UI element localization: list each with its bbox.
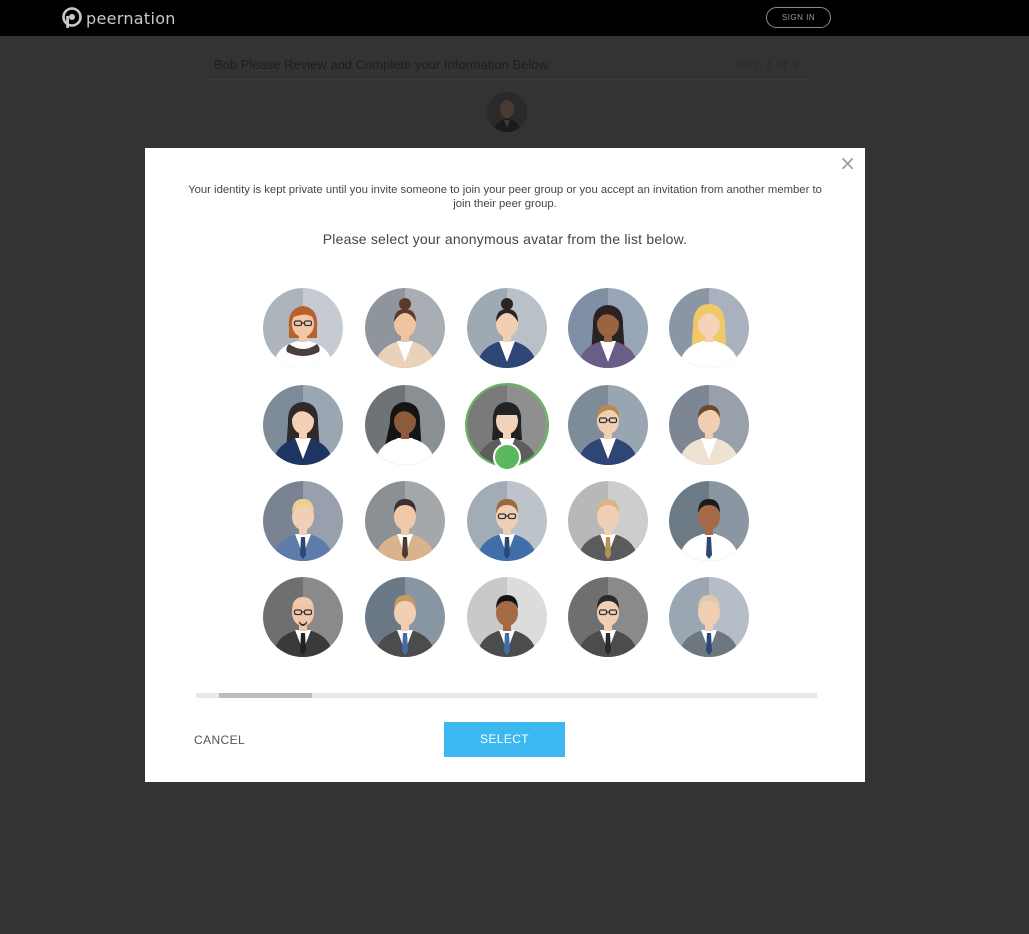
avatar-icon: [669, 288, 749, 368]
close-icon[interactable]: ×: [839, 151, 856, 175]
avatar-option[interactable]: [568, 577, 648, 657]
avatar-prompt: Please select your anonymous avatar from…: [322, 231, 688, 247]
avatar-icon: [263, 577, 343, 657]
avatar-option[interactable]: [263, 385, 343, 465]
avatar-icon: [669, 577, 749, 657]
avatar-icon: [365, 385, 445, 465]
avatar-icon: [568, 481, 648, 561]
select-button[interactable]: SELECT: [444, 722, 565, 757]
avatar-option[interactable]: [669, 577, 749, 657]
step-indicator: Step 1 of 3: [735, 57, 798, 72]
avatar-option[interactable]: [568, 385, 648, 465]
avatar-option[interactable]: [467, 288, 547, 368]
avatar-option[interactable]: [365, 577, 445, 657]
avatar-icon: [568, 577, 648, 657]
privacy-notice: Your identity is kept private until you …: [188, 184, 822, 210]
checkmark-icon: [493, 443, 559, 505]
avatar-option[interactable]: [263, 481, 343, 561]
avatar-icon: [365, 577, 445, 657]
avatar-option[interactable]: [669, 385, 749, 465]
avatar-icon: [669, 481, 749, 561]
profile-photo: [487, 92, 527, 132]
avatar-icon: [568, 385, 648, 465]
avatar-icon: [263, 288, 343, 368]
avatar-icon: [467, 577, 547, 657]
avatar-option[interactable]: [669, 288, 749, 368]
avatar-option[interactable]: [568, 481, 648, 561]
avatar-icon: [263, 385, 343, 465]
page-title: Bob Please Review and Complete your Info…: [214, 57, 551, 72]
avatar-icon: [669, 385, 749, 465]
avatar-option[interactable]: [568, 288, 648, 368]
avatar-option[interactable]: [467, 385, 559, 505]
avatar-option[interactable]: [669, 481, 749, 561]
avatar-option[interactable]: [263, 577, 343, 657]
avatar-icon: [365, 288, 445, 368]
avatar-option[interactable]: [263, 288, 343, 368]
page-header: Bob Please Review and Complete your Info…: [206, 50, 806, 80]
avatar-icon: [467, 288, 547, 368]
avatar-icon: [263, 481, 343, 561]
sign-in-button[interactable]: SIGN IN: [766, 7, 831, 28]
avatar-option[interactable]: [365, 481, 445, 561]
peernation-logo-icon: [62, 7, 82, 29]
avatar-option[interactable]: [365, 288, 445, 368]
avatar-icon: [365, 481, 445, 561]
avatar-icon: [467, 481, 547, 561]
cancel-button[interactable]: CANCEL: [194, 733, 245, 747]
brand-name: peernation: [86, 8, 176, 28]
avatar-option[interactable]: [467, 577, 547, 657]
scrollbar-thumb[interactable]: [219, 693, 312, 698]
avatar-option[interactable]: [467, 481, 547, 561]
avatar-picker-dialog: × Your identity is kept private until yo…: [145, 148, 865, 782]
avatar-icon: [568, 288, 648, 368]
avatar-option[interactable]: [365, 385, 445, 465]
brand-logo[interactable]: peernation: [62, 6, 176, 30]
horizontal-scrollbar[interactable]: [196, 693, 817, 698]
top-bar: peernation SIGN IN: [0, 0, 1029, 36]
